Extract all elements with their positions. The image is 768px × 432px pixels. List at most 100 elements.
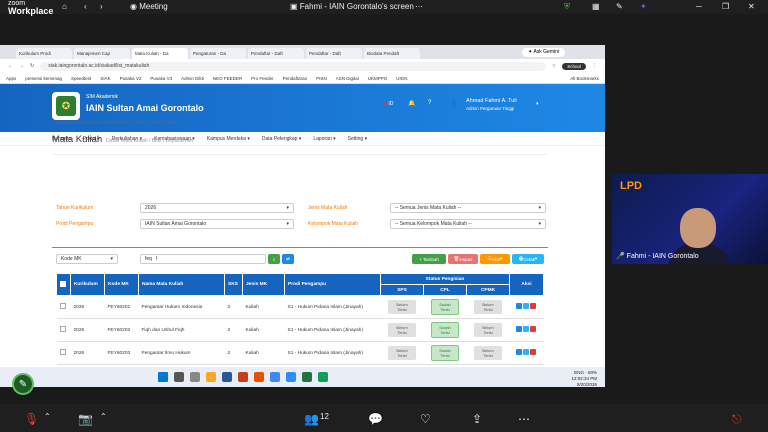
hapus-button[interactable]: 🗑 Hapus: [448, 254, 478, 264]
file-explorer-icon[interactable]: [206, 372, 216, 382]
task-view-icon[interactable]: [190, 372, 200, 382]
bell-icon[interactable]: 🔔: [408, 100, 415, 107]
aksi-button[interactable]: ☰ Aksi ▾: [480, 254, 510, 264]
browser-tab-active[interactable]: Mata Kuliah - Da: [132, 48, 188, 59]
language-selector[interactable]: ■ ID: [384, 101, 393, 107]
star-icon[interactable]: ☆: [552, 63, 556, 69]
browser-tab[interactable]: Kurikulum Prodi: [16, 48, 72, 59]
share-screen-icon[interactable]: ⇪: [472, 412, 482, 426]
col-prodi[interactable]: Prodi Pengampu: [284, 273, 381, 296]
leave-icon[interactable]: ⎋: [732, 412, 742, 427]
col-sks[interactable]: SKS: [224, 273, 243, 296]
reactions-icon[interactable]: ♡: [420, 412, 431, 426]
bookmark[interactable]: ASN Digital: [336, 76, 359, 81]
tahun-select[interactable]: 2026 ▾: [140, 203, 294, 213]
audio-options-icon[interactable]: ⌃: [44, 412, 51, 421]
crumb-perkuliahan[interactable]: Perkuliahan: [77, 120, 101, 125]
video-off-icon[interactable]: 📷: [78, 412, 93, 426]
menu-icon[interactable]: ⋮: [592, 63, 597, 69]
annotate-pen-button[interactable]: ✎: [12, 373, 34, 395]
excel-icon[interactable]: [302, 372, 312, 382]
bookmark[interactable]: presensi kemenag: [25, 76, 62, 81]
bookmark[interactable]: NEO FEEDER: [213, 76, 242, 81]
reload-icon[interactable]: ↻: [30, 63, 34, 69]
tambah-button[interactable]: + Tambah: [412, 254, 446, 264]
shield-icon[interactable]: ⛨: [564, 2, 570, 12]
chrome-icon[interactable]: [270, 372, 280, 382]
col-jenis[interactable]: Jenis MK: [242, 273, 285, 296]
bookmark[interactable]: UIGN: [396, 76, 407, 81]
search-taskbar-icon[interactable]: [174, 372, 184, 382]
select-all-checkbox[interactable]: [60, 280, 66, 287]
col-kode[interactable]: Kode MK: [104, 273, 139, 296]
nav-setting[interactable]: Setting ▾: [348, 136, 367, 142]
participant-video[interactable]: LPD: [612, 174, 768, 264]
edit-icon[interactable]: [516, 326, 522, 332]
browser-tab[interactable]: Pengaturan - Da: [190, 48, 246, 59]
bookmark[interactable]: PISN: [316, 76, 327, 81]
system-tray[interactable]: ENG · 60% 12:02:34 PM 8/20/2026: [571, 370, 597, 388]
help-icon[interactable]: ?: [428, 100, 431, 106]
bookmark[interactable]: Speedtest: [71, 76, 91, 81]
view-icon[interactable]: [523, 326, 529, 332]
reset-button[interactable]: ⇄: [282, 254, 294, 264]
search-input[interactable]: feq I: [140, 254, 266, 264]
bookmark[interactable]: Pro Feeder: [251, 76, 274, 81]
powerpoint-icon[interactable]: [238, 372, 248, 382]
edit-icon[interactable]: [516, 303, 522, 309]
cetak-button[interactable]: 🖶 Cetak ▾: [512, 254, 544, 264]
row-checkbox[interactable]: [59, 349, 66, 355]
col-nama[interactable]: Nama Mata Kuliah: [138, 273, 225, 296]
restore-icon[interactable]: ❐: [722, 2, 729, 11]
more-options-icon[interactable]: ⋯: [518, 412, 530, 426]
url-input[interactable]: siak.iaingorontalo.ac.id/siakad/list_mat…: [40, 61, 546, 71]
kelompok-select[interactable]: -- Semua Kelompok Mata Kuliah -- ▾: [390, 219, 546, 229]
app-icon[interactable]: [318, 372, 328, 382]
view-icon[interactable]: [523, 349, 529, 355]
bookmark[interactable]: UKMPPG: [368, 76, 388, 81]
zoom-taskbar-icon[interactable]: [286, 372, 296, 382]
browser-tab[interactable]: Pendaftar - Daft: [248, 48, 304, 59]
bookmark[interactable]: Pusaka V2: [120, 76, 142, 81]
meeting-tab[interactable]: ◉ Meeting: [130, 2, 168, 11]
forward-icon[interactable]: ›: [100, 2, 103, 11]
browser-tab[interactable]: Biodata Pendaft: [364, 48, 420, 59]
delete-icon[interactable]: [530, 303, 536, 309]
view-icon[interactable]: [523, 303, 529, 309]
participants-icon[interactable]: 👥: [304, 412, 319, 426]
edit-icon[interactable]: [516, 349, 522, 355]
more-icon[interactable]: ⋯: [415, 2, 423, 11]
ai-companion-icon[interactable]: ✦: [640, 2, 647, 11]
all-bookmarks[interactable]: All Bookmarks: [570, 76, 599, 81]
word-icon[interactable]: [222, 372, 232, 382]
bookmark[interactable]: Apps: [6, 76, 16, 81]
edit-icon[interactable]: ✎: [616, 2, 623, 11]
close-icon[interactable]: ✕: [748, 2, 755, 11]
chevron-down-icon[interactable]: ▾: [536, 101, 539, 107]
bookmark[interactable]: SIAK: [100, 76, 110, 81]
profile-school[interactable]: School: [562, 62, 586, 70]
crumb-manajemen[interactable]: Manajemen Kurikulum: [105, 120, 150, 125]
row-checkbox[interactable]: [59, 303, 66, 309]
crumb-beranda[interactable]: Beranda: [56, 120, 73, 125]
home-icon[interactable]: ⌂: [62, 2, 67, 11]
windows-start-icon[interactable]: [158, 372, 168, 382]
user-name[interactable]: Ahmad Fahmi A. Tuli: [466, 98, 517, 104]
institution-logo[interactable]: ✪: [52, 92, 80, 120]
row-checkbox[interactable]: [59, 326, 66, 332]
browser-tab[interactable]: Pendaftar - Daft: [306, 48, 362, 59]
col-kurikulum[interactable]: Kurikulum: [70, 273, 105, 296]
delete-icon[interactable]: [530, 326, 536, 332]
chat-icon[interactable]: 💬: [368, 412, 383, 426]
back-icon[interactable]: ‹: [84, 2, 87, 11]
nav-laporan[interactable]: Laporan ▾: [313, 136, 335, 142]
forward-arrow-icon[interactable]: →: [19, 63, 24, 69]
bookmark[interactable]: Pusaka V3: [150, 76, 172, 81]
ask-gemini-button[interactable]: ✦ Ask Gemini: [522, 47, 565, 57]
delete-icon[interactable]: [530, 349, 536, 355]
prodi-select[interactable]: IAIN Sultan Amai Gorontalo ▾: [140, 219, 294, 229]
bookmark[interactable]: Admin Dikti: [181, 76, 204, 81]
search-button[interactable]: ⌕: [268, 254, 280, 264]
bookmark[interactable]: Pendaftaran: [283, 76, 308, 81]
firefox-icon[interactable]: [254, 372, 264, 382]
